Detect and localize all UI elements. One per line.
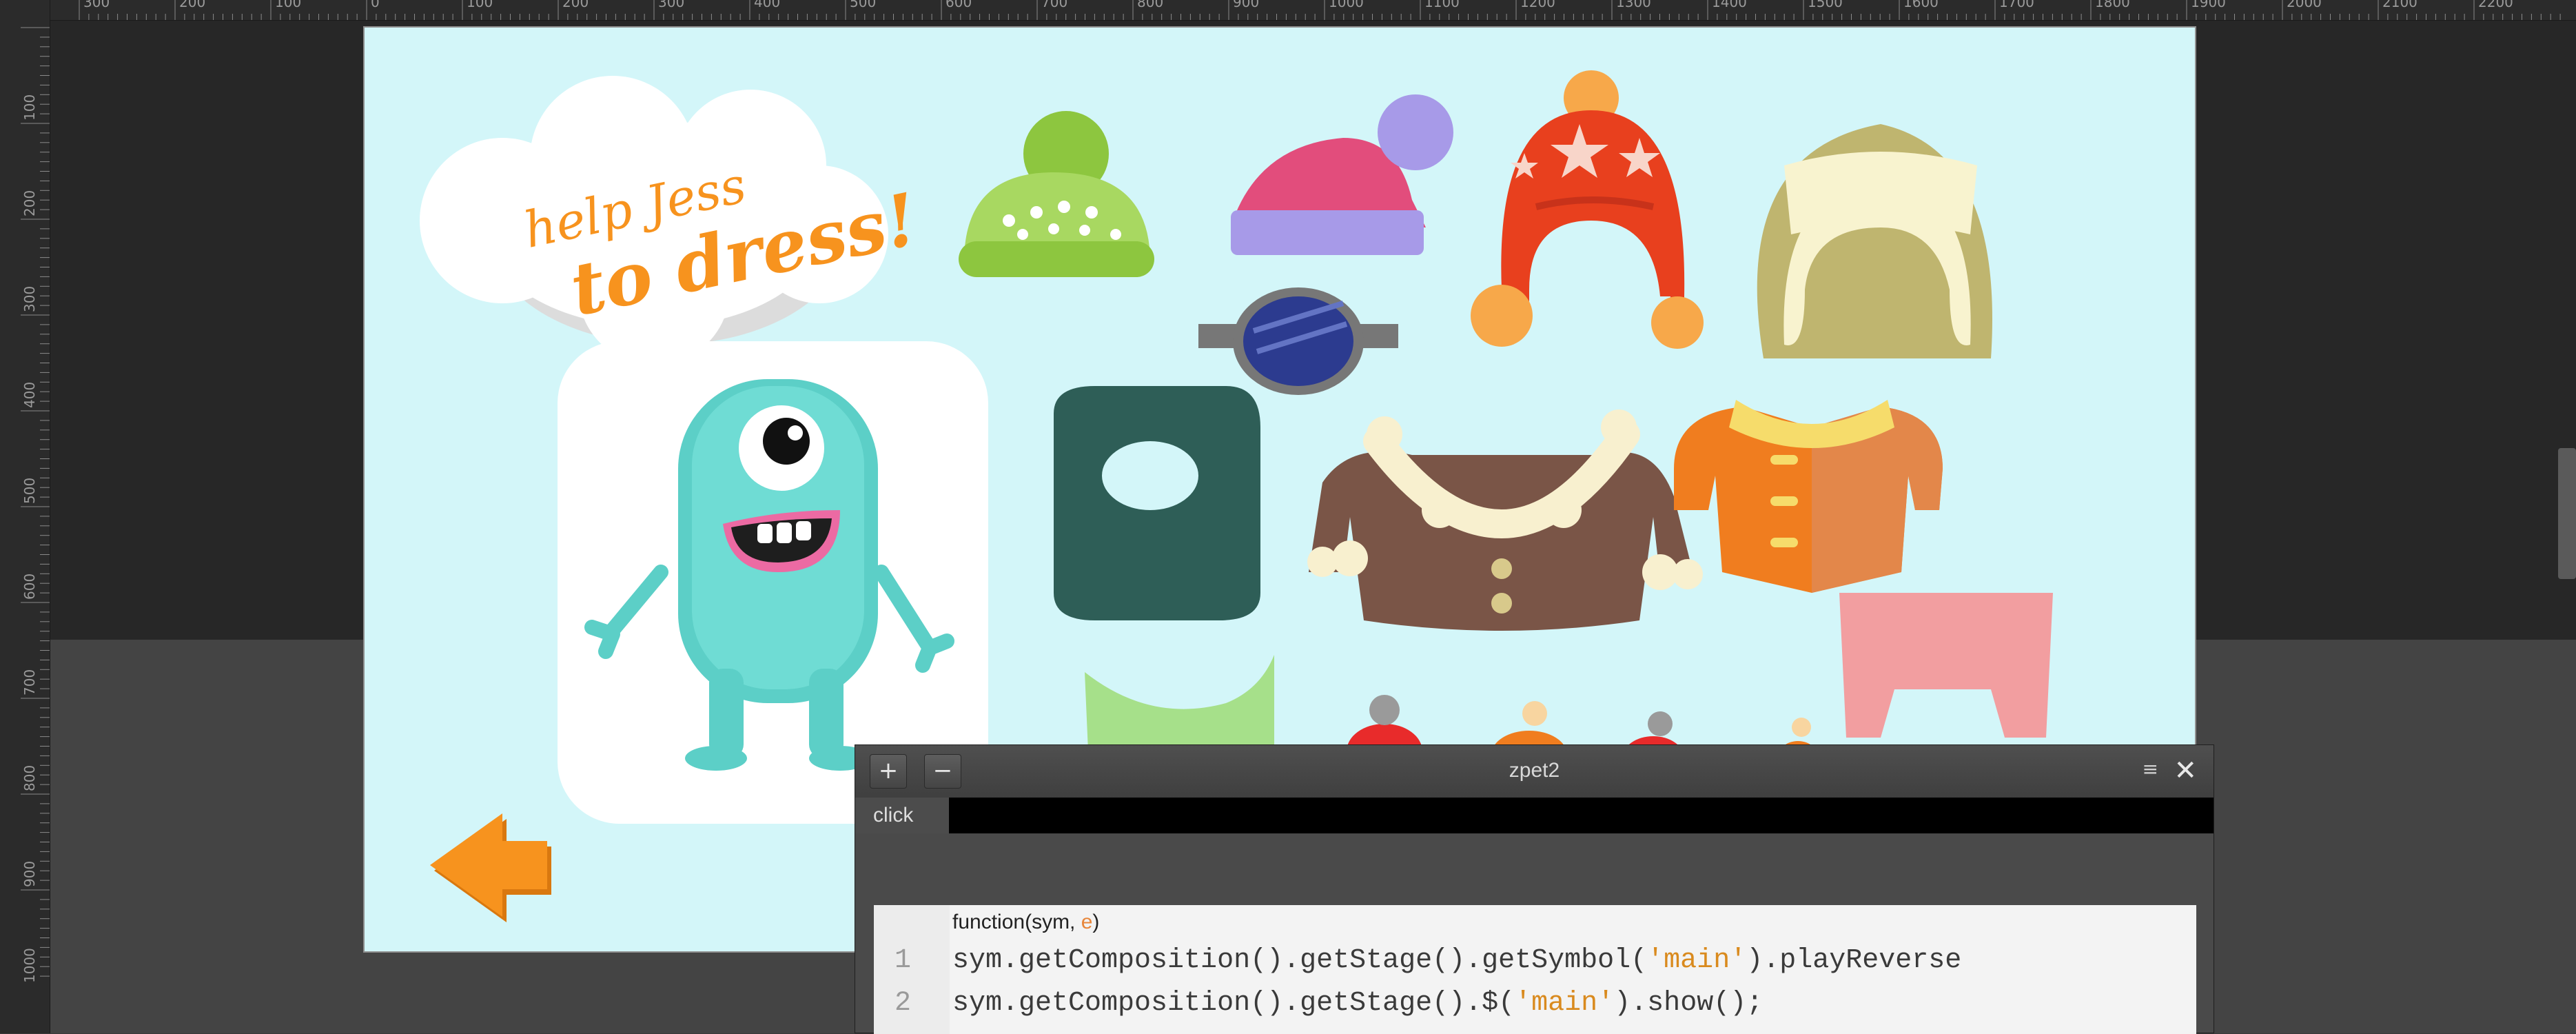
code-text: sym.getComposition().getStage().$( [952, 988, 1515, 1019]
code-string: 'main' [1647, 945, 1747, 976]
left-ruler-label: 500 [21, 478, 38, 504]
top-ruler-label: 2100 [2382, 0, 2417, 10]
signature-param: e [1081, 911, 1093, 933]
top-ruler-label: 300 [658, 0, 684, 10]
tab-click[interactable]: click [855, 798, 949, 833]
actions-code-panel[interactable]: + − zpet2 ≡ ✕ click function(sym, e) 1 2… [855, 744, 2214, 1034]
code-text: ).show(); [1614, 988, 1764, 1019]
pink-hat-item[interactable] [1231, 94, 1453, 255]
left-ruler-ticks: 100 200 300 400 500 600 700 800 900 1000 [21, 27, 50, 983]
function-signature: function(sym, e) [952, 911, 1099, 934]
code-line[interactable]: sym.getComposition().getStage().getSymbo… [952, 945, 1961, 976]
top-ruler-label: 100 [275, 0, 301, 10]
left-ruler-label: 400 [21, 382, 38, 408]
top-ruler-label: 200 [179, 0, 205, 10]
left-ruler-label: 200 [21, 190, 38, 216]
panel-menu-icon[interactable]: ≡ [2143, 758, 2158, 780]
top-ruler-label: 700 [1041, 0, 1067, 10]
left-ruler: 100 200 300 400 500 600 700 800 900 1000 [0, 0, 50, 1033]
top-ruler-label: 1300 [1616, 0, 1651, 10]
top-ruler-label: 1900 [2191, 0, 2226, 10]
line-number: 2 [895, 988, 912, 1019]
line-gutter [874, 905, 950, 1034]
green-beanie-item[interactable] [959, 111, 1154, 277]
top-ruler-label: 1200 [1520, 0, 1555, 10]
left-ruler-label: 100 [21, 94, 38, 121]
left-ruler-label: 300 [21, 286, 38, 312]
signature-suffix: ) [1092, 911, 1100, 933]
cloud-bubble[interactable]: help Jess to dress! [420, 76, 925, 365]
code-line[interactable]: sym.getComposition().getStage().$('main'… [952, 988, 1763, 1019]
line-number: 1 [895, 945, 912, 976]
top-ruler-label: 300 [83, 0, 110, 10]
ski-goggles-item[interactable] [1198, 287, 1398, 395]
green-skirt-item[interactable] [1085, 655, 1274, 751]
signature-prefix: function(sym, [952, 911, 1081, 933]
red-winter-hat-item[interactable] [1471, 70, 1704, 349]
top-ruler-label: 900 [1233, 0, 1259, 10]
brown-coat-item[interactable] [1307, 409, 1703, 631]
panel-title: zpet2 [1509, 759, 1560, 782]
top-ruler-label: 1000 [1329, 0, 1364, 10]
orange-jacket-item[interactable] [1674, 400, 1943, 593]
top-ruler-label: 1500 [1808, 0, 1843, 10]
vertical-scrollbar[interactable] [2558, 448, 2576, 579]
back-arrow-icon[interactable] [430, 813, 551, 922]
top-ruler-label: 1100 [1424, 0, 1460, 10]
pink-pants-item[interactable] [1839, 593, 2053, 738]
top-ruler-label: 1600 [1903, 0, 1939, 10]
top-ruler-label: 2200 [2478, 0, 2513, 10]
top-ruler-label: 2000 [2287, 0, 2322, 10]
top-ruler-label: 600 [945, 0, 972, 10]
top-ruler: 300 200 100 0 100 200 300 400 500 600 700 800 900 100… [0, 0, 2576, 21]
code-string: 'main' [1515, 988, 1615, 1019]
code-text: ).playReverse [1746, 945, 1962, 976]
top-ruler-label: 1800 [2095, 0, 2130, 10]
event-tab-bar: click [855, 798, 2214, 833]
top-ruler-label: 500 [850, 0, 876, 10]
top-ruler-ticks: 300 200 100 0 100 200 300 400 500 600 700 800 900 100… [79, 0, 2561, 20]
left-ruler-label: 600 [21, 574, 38, 600]
trapper-hat-item[interactable] [1757, 124, 1992, 358]
code-editor[interactable]: function(sym, e) 1 2 sym.getComposition(… [874, 905, 2196, 1034]
top-ruler-label: 1400 [1712, 0, 1747, 10]
top-ruler-label: 400 [754, 0, 780, 10]
left-ruler-label: 1000 [21, 948, 38, 983]
left-ruler-label: 800 [21, 765, 38, 791]
left-ruler-label: 700 [21, 669, 38, 696]
left-ruler-label: 900 [21, 861, 38, 887]
top-ruler-label: 800 [1137, 0, 1163, 10]
top-ruler-label: 0 [371, 0, 380, 10]
close-icon[interactable]: ✕ [2174, 755, 2197, 787]
top-ruler-label: 1700 [1999, 0, 2034, 10]
code-text: sym.getComposition().getStage().getSymbo… [952, 945, 1648, 976]
top-ruler-label: 100 [467, 0, 493, 10]
balaclava-item[interactable] [1054, 386, 1260, 620]
top-ruler-label: 200 [562, 0, 589, 10]
panel-titlebar[interactable]: + − zpet2 ≡ ✕ [855, 745, 2214, 798]
